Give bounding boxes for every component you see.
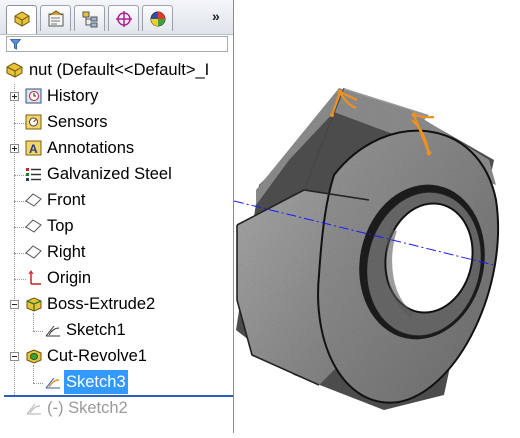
tree-root-part[interactable]: nut (Default<<Default>_I [0, 58, 233, 82]
sketch-icon [26, 403, 41, 415]
tree-item-cut-revolve1[interactable]: Cut-Revolve1 [0, 344, 233, 368]
history-icon [25, 88, 42, 104]
configuration-icon [82, 11, 98, 28]
tree-item-boss-extrude2[interactable]: Boss-Extrude2 [0, 292, 233, 316]
tree-item-annotations[interactable]: A Annotations [0, 136, 233, 160]
more-tabs-button[interactable]: » [212, 8, 220, 24]
tree-item-origin[interactable]: Origin [0, 266, 233, 290]
tree-item-material[interactable]: Galvanized Steel [0, 162, 233, 186]
display-manager-icon [150, 11, 166, 27]
configurationmanager-tab[interactable] [74, 5, 105, 31]
tree-item-history[interactable]: History [0, 84, 233, 108]
featuremanager-tab[interactable] [6, 5, 37, 34]
filter-icon [10, 39, 21, 50]
boss-extrude-icon [26, 297, 42, 312]
material-icon [26, 168, 41, 181]
tree-item-front-plane[interactable]: Front [0, 188, 233, 212]
plane-icon [25, 193, 42, 207]
tree-item-right-plane[interactable]: Right [0, 240, 233, 264]
sketch-icon [45, 325, 60, 337]
collapse-toggle[interactable] [10, 352, 19, 361]
plane-icon [25, 245, 42, 259]
propertymanager-icon [48, 10, 64, 27]
expand-toggle[interactable] [10, 144, 19, 153]
sketch-icon [45, 377, 60, 389]
selected-label: Sketch3 [64, 370, 128, 394]
tree-item-sketch2[interactable]: (-) Sketch2 [0, 396, 233, 420]
annotations-icon: A [25, 140, 42, 156]
tree-item-sketch1[interactable]: Sketch1 [0, 318, 233, 342]
part-icon [14, 11, 30, 27]
tree-filter-field[interactable] [6, 36, 228, 52]
svg-text:A: A [29, 142, 38, 156]
nut-model-view[interactable] [233, 0, 520, 433]
part-icon [6, 62, 23, 78]
tree-item-sketch3[interactable]: Sketch3 [0, 370, 233, 394]
graphics-area[interactable] [233, 0, 520, 433]
propertymanager-tab[interactable] [40, 5, 71, 31]
part-name-label: nut (Default<<Default>_I [29, 61, 210, 79]
collapse-toggle[interactable] [10, 300, 19, 309]
origin-icon [28, 270, 41, 285]
display-manager-tab[interactable] [142, 5, 173, 31]
expand-toggle[interactable] [10, 92, 19, 101]
manager-tab-bar: » [0, 0, 233, 35]
dimxpert-icon [116, 11, 132, 27]
tree-item-sensors[interactable]: Sensors [0, 110, 233, 134]
dimxpert-tab[interactable] [108, 5, 139, 31]
featuremanager-panel: » nut (Default<<Default>_I History Senso… [0, 0, 234, 433]
tree-item-top-plane[interactable]: Top [0, 214, 233, 238]
sensors-icon [25, 114, 42, 130]
cut-revolve-icon [26, 349, 42, 364]
plane-icon [25, 219, 42, 233]
